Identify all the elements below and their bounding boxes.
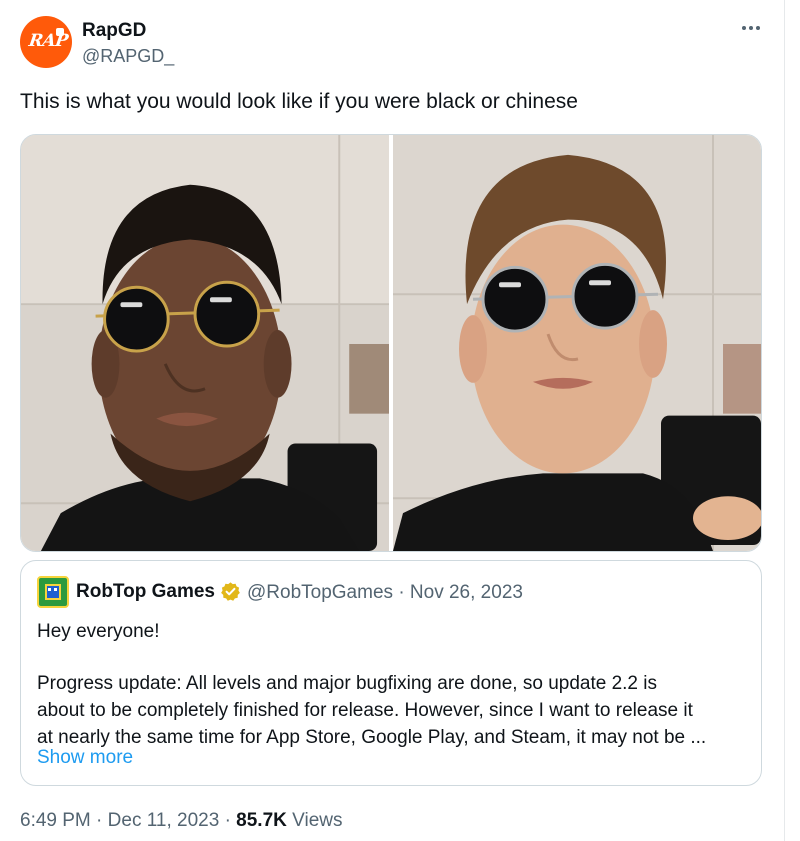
quoted-line: about to be completely finished for rele… bbox=[37, 700, 693, 721]
meta-separator: · bbox=[398, 582, 405, 603]
gold-check-badge-icon bbox=[221, 582, 240, 601]
show-more-link[interactable]: Show more bbox=[37, 747, 133, 769]
views-count: 85.7K bbox=[236, 810, 287, 831]
quoted-tweet[interactable]: RobTop Games @RobTopGames · Nov 26, 2023… bbox=[20, 560, 762, 786]
quoted-text: Hey everyone! Progress update: All level… bbox=[37, 618, 749, 751]
quoted-line: at nearly the same time for App Store, G… bbox=[37, 727, 707, 748]
author-avatar[interactable]: RAP bbox=[20, 16, 72, 68]
avatar-badge-icon bbox=[56, 28, 64, 36]
footer-separator: · bbox=[224, 810, 231, 831]
tweet-time[interactable]: 6:49 PM bbox=[20, 810, 91, 831]
views-label: Views bbox=[292, 810, 343, 831]
quoted-meta: @RobTopGames · Nov 26, 2023 bbox=[247, 582, 523, 604]
quoted-line: Progress update: All levels and major bu… bbox=[37, 673, 657, 694]
tweet-text: This is what you would look like if you … bbox=[20, 90, 578, 113]
quoted-avatar[interactable] bbox=[37, 576, 69, 608]
tweet-date[interactable]: Dec 11, 2023 bbox=[108, 810, 220, 831]
author-name[interactable]: RapGD bbox=[82, 20, 146, 42]
photo-left[interactable] bbox=[21, 135, 389, 551]
photo-right[interactable] bbox=[393, 135, 761, 551]
quoted-date[interactable]: Nov 26, 2023 bbox=[410, 582, 523, 603]
author-handle[interactable]: @RAPGD_ bbox=[82, 46, 174, 67]
tweet-footer: 6:49 PM · Dec 11, 2023 · 85.7K Views bbox=[20, 810, 343, 832]
more-options-icon[interactable] bbox=[735, 18, 767, 38]
media-grid bbox=[20, 134, 762, 552]
quoted-handle[interactable]: @RobTopGames bbox=[247, 582, 393, 603]
tweet-card: RAP RapGD @RAPGD_ This is what you would… bbox=[0, 0, 785, 841]
footer-separator: · bbox=[96, 810, 103, 831]
quoted-author-name[interactable]: RobTop Games bbox=[76, 581, 215, 603]
quoted-line: Hey everyone! bbox=[37, 621, 160, 642]
